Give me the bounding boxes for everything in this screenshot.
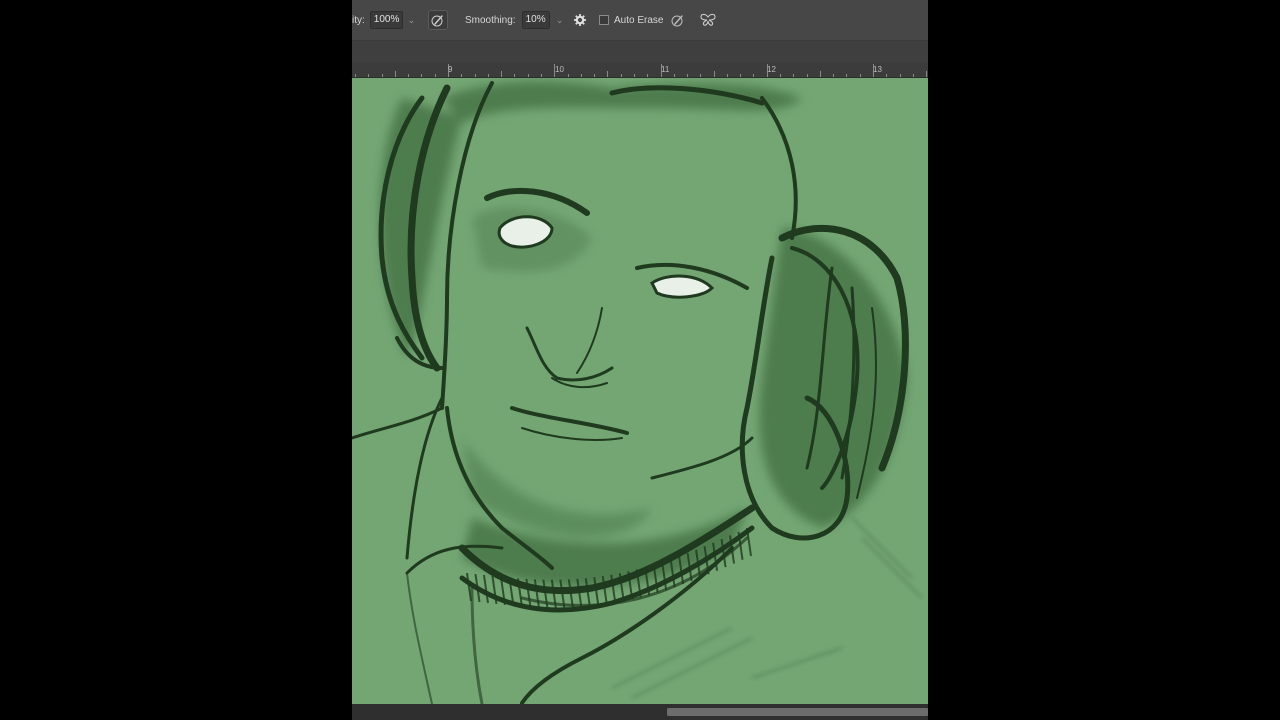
tool-options-bar: ity: 100% ⌄ Smoothing: 10% ⌄ Auto Erase xyxy=(352,0,928,41)
ruler-tick xyxy=(700,74,702,77)
ruler-tick xyxy=(394,71,396,77)
ruler-tick xyxy=(580,74,582,77)
ruler-tick xyxy=(421,74,423,77)
ruler-tick xyxy=(846,74,848,77)
ruler-tick xyxy=(740,74,742,77)
ruler-tick xyxy=(886,74,888,77)
ruler-tick xyxy=(780,74,782,77)
opacity-control: ity: 100% ⌄ xyxy=(352,0,417,40)
auto-erase-label: Auto Erase xyxy=(614,14,664,26)
drawing-canvas[interactable] xyxy=(352,78,928,704)
ruler-tick xyxy=(514,74,516,77)
ruler-tick xyxy=(620,74,622,77)
ruler-label: 9 xyxy=(448,65,453,74)
opacity-input[interactable]: 100% xyxy=(369,11,404,29)
ruler-label: 12 xyxy=(767,65,776,74)
ruler-tick xyxy=(899,74,901,77)
smoothing-label: Smoothing: xyxy=(465,14,516,26)
smoothing-input[interactable]: 10% xyxy=(521,11,550,29)
chevron-down-icon[interactable]: ⌄ xyxy=(554,12,566,28)
gear-icon[interactable] xyxy=(570,10,590,30)
ruler-tick xyxy=(434,74,436,77)
ruler-label: 10 xyxy=(555,65,564,74)
butterfly-icon[interactable] xyxy=(698,10,718,30)
chevron-down-icon[interactable]: ⌄ xyxy=(405,12,417,28)
ruler-label: 11 xyxy=(661,65,670,74)
ruler-tick xyxy=(926,71,928,77)
ruler-tick xyxy=(355,74,357,77)
ruler-tick xyxy=(607,71,609,77)
ruler-tick xyxy=(753,74,755,77)
horizontal-scrollbar[interactable] xyxy=(352,704,928,720)
pen-pressure-size-icon[interactable] xyxy=(668,10,688,30)
ruler-tick xyxy=(567,74,569,77)
scrollbar-thumb[interactable] xyxy=(667,708,928,716)
ruler-label: 13 xyxy=(873,65,882,74)
horizontal-ruler: 9 10 11 12 13 xyxy=(352,63,928,78)
pen-pressure-icon[interactable] xyxy=(428,10,448,30)
ruler-tick xyxy=(673,74,675,77)
ruler-tick xyxy=(859,74,861,77)
shading-layer xyxy=(380,81,907,587)
ruler-tick xyxy=(501,71,503,77)
ruler-tick xyxy=(647,74,649,77)
ribbing-stroke xyxy=(525,578,532,608)
opacity-label: ity: xyxy=(352,14,365,26)
ruler-tick xyxy=(368,74,370,77)
auto-erase-control[interactable]: Auto Erase xyxy=(599,0,663,40)
ruler-tick xyxy=(527,74,529,77)
ruler-tick xyxy=(726,74,728,77)
ruler-tick xyxy=(713,71,715,77)
ribbing-stroke xyxy=(466,572,472,602)
ruler-tick xyxy=(806,74,808,77)
portrait-sketch xyxy=(352,81,923,704)
ribbing-stroke xyxy=(491,575,498,605)
ribbing-stroke xyxy=(482,574,489,604)
auto-erase-checkbox[interactable] xyxy=(599,15,609,25)
ribbing-stroke xyxy=(533,579,540,608)
ruler-tick xyxy=(381,74,383,77)
ruler-tick xyxy=(408,74,410,77)
ruler-tick xyxy=(487,74,489,77)
collar-strokes xyxy=(405,504,756,704)
ruler-tick xyxy=(819,71,821,77)
ruler-tick xyxy=(793,74,795,77)
ruler-tick xyxy=(833,74,835,77)
document-tab-strip xyxy=(352,41,928,63)
ruler-tick xyxy=(540,74,542,77)
ruler-tick xyxy=(594,74,596,77)
ruler-tick xyxy=(461,74,463,77)
ruler-tick xyxy=(633,74,635,77)
ruler-tick xyxy=(912,74,914,77)
smoothing-control: Smoothing: 10% ⌄ xyxy=(465,0,566,40)
ruler-tick xyxy=(687,74,689,77)
ruler-tick xyxy=(474,74,476,77)
photoshop-window: ity: 100% ⌄ Smoothing: 10% ⌄ Auto Erase … xyxy=(352,0,928,720)
